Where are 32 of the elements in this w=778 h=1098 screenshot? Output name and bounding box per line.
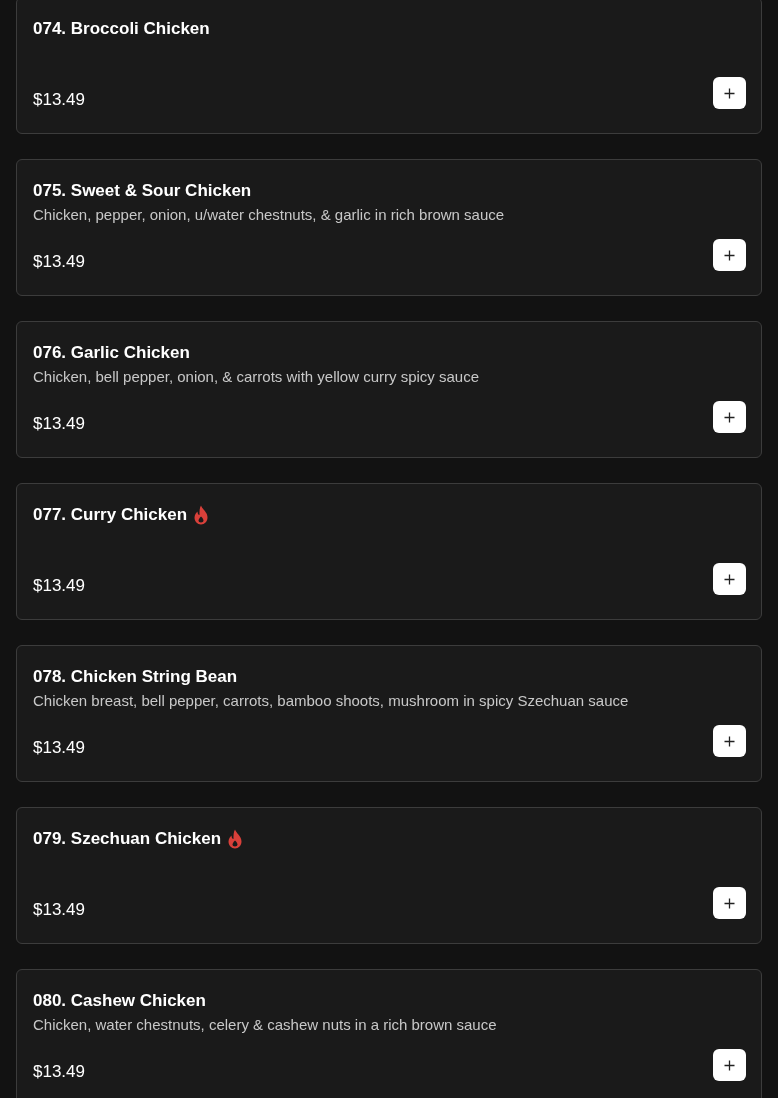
plus-icon bbox=[724, 735, 735, 747]
plus-icon bbox=[724, 411, 735, 423]
add-button[interactable] bbox=[713, 77, 746, 109]
item-price: $13.49 bbox=[33, 738, 85, 758]
item-title: 080. Cashew Chicken bbox=[33, 991, 206, 1011]
item-title: 074. Broccoli Chicken bbox=[33, 19, 210, 39]
item-title: 075. Sweet & Sour Chicken bbox=[33, 181, 252, 201]
plus-icon bbox=[724, 1059, 735, 1071]
plus-icon bbox=[724, 87, 735, 99]
add-button[interactable] bbox=[713, 563, 746, 595]
item-price: $13.49 bbox=[33, 1062, 85, 1082]
item-title: 078. Chicken String Bean bbox=[33, 667, 238, 687]
add-button[interactable] bbox=[713, 1049, 746, 1081]
item-price: $13.49 bbox=[33, 414, 85, 434]
item-price: $13.49 bbox=[33, 900, 85, 920]
add-button[interactable] bbox=[713, 725, 746, 757]
item-title: 079. Szechuan Chicken bbox=[33, 829, 222, 849]
plus-icon bbox=[724, 249, 735, 261]
add-button[interactable] bbox=[713, 239, 746, 271]
item-description: Chicken, water chestnuts, celery & cashew nuts in a rich brown sauce bbox=[33, 1015, 498, 1035]
item-description: Chicken breast, bell pepper, carrots, bamboo shoots, mushroom in spicy Szechuan sauce bbox=[33, 691, 630, 711]
plus-icon bbox=[724, 573, 735, 585]
plus-icon bbox=[724, 897, 735, 909]
item-description: Chicken, bell pepper, onion, & carrots with yellow curry spicy sauce bbox=[33, 367, 481, 387]
item-title: 077. Curry Chicken bbox=[33, 505, 187, 525]
item-description: Chicken, pepper, onion, u/water chestnuts, & garlic in rich brown sauce bbox=[33, 205, 506, 225]
item-price: $13.49 bbox=[33, 90, 85, 110]
item-price: $13.49 bbox=[33, 252, 85, 272]
item-title: 076. Garlic Chicken bbox=[33, 343, 190, 363]
item-price: $13.49 bbox=[33, 576, 85, 596]
add-button[interactable] bbox=[713, 401, 746, 433]
add-button[interactable] bbox=[713, 887, 746, 919]
